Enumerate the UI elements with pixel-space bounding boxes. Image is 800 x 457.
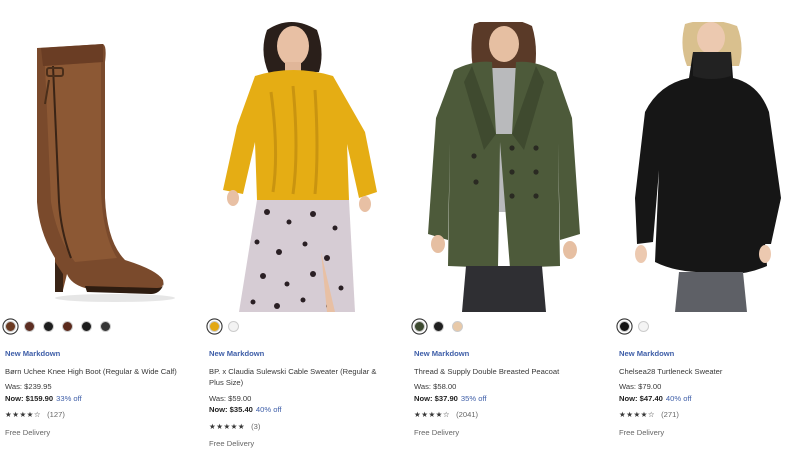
markdown-badge: New Markdown (5, 349, 61, 358)
color-swatch[interactable] (619, 321, 630, 332)
product-image[interactable] (5, 22, 180, 312)
review-count: (127) (47, 410, 65, 419)
product-card[interactable]: New Markdown Børn Uchee Knee High Boot (… (5, 0, 195, 457)
sale-price: Now: $47.40 (619, 393, 663, 403)
rating[interactable]: ★★★★☆ (2041) (414, 409, 592, 421)
original-price: Was: $239.95 (5, 382, 52, 391)
original-price: Was: $59.00 (209, 393, 252, 403)
color-swatch[interactable] (81, 321, 92, 332)
rating[interactable]: ★★★★☆ (127) (5, 409, 183, 421)
sale-price: Now: $35.40 (209, 405, 253, 414)
product-grid: New Markdown Børn Uchee Knee High Boot (… (0, 0, 800, 457)
color-swatch[interactable] (228, 321, 239, 332)
original-price: Was: $58.00 (414, 382, 457, 391)
product-card[interactable]: New Markdown BP. x Claudia Sulewski Cabl… (209, 0, 399, 457)
discount-label: 40% off (665, 393, 692, 403)
color-swatch[interactable] (100, 321, 111, 332)
color-swatch[interactable] (414, 321, 425, 332)
markdown-badge: New Markdown (619, 349, 675, 358)
color-swatches (619, 321, 649, 332)
review-count: (271) (661, 410, 679, 419)
delivery-label: Free Delivery (619, 427, 665, 437)
sale-price: Now: $159.90 (5, 393, 54, 403)
product-card[interactable]: New Markdown Thread & Supply Double Brea… (414, 0, 604, 457)
product-name-link[interactable]: BP. x Claudia Sulewski Cable Sweater (Re… (209, 366, 387, 389)
color-swatch[interactable] (433, 321, 444, 332)
color-swatches (5, 321, 111, 332)
color-swatch[interactable] (43, 321, 54, 332)
review-count: (3) (251, 421, 261, 431)
delivery-label: Free Delivery (414, 427, 460, 437)
markdown-badge: New Markdown (209, 349, 265, 358)
color-swatch[interactable] (62, 321, 73, 332)
color-swatch[interactable] (209, 321, 220, 332)
color-swatches (414, 321, 463, 332)
product-image[interactable] (619, 22, 794, 312)
color-swatch[interactable] (5, 321, 16, 332)
original-price: Was: $79.00 (619, 382, 662, 391)
discount-label: 40% off (255, 405, 282, 414)
star-rating-icon: ★★★★☆ (5, 410, 42, 419)
star-rating-icon: ★★★★☆ (619, 410, 656, 419)
markdown-badge: New Markdown (414, 349, 470, 358)
discount-label: 33% off (56, 393, 82, 403)
color-swatch[interactable] (24, 321, 35, 332)
product-name-link[interactable]: Børn Uchee Knee High Boot (Regular & Wid… (5, 366, 183, 378)
color-swatch[interactable] (638, 321, 649, 332)
sale-price: Now: $37.90 (414, 393, 458, 403)
color-swatches (209, 321, 239, 332)
product-image[interactable] (209, 22, 384, 312)
discount-label: 35% off (460, 393, 487, 403)
color-swatch[interactable] (452, 321, 463, 332)
rating[interactable]: ★★★★★ (3) (209, 421, 387, 433)
delivery-label: Free Delivery (209, 439, 255, 448)
review-count: (2041) (456, 410, 479, 419)
rating[interactable]: ★★★★☆ (271) (619, 409, 797, 421)
delivery-label: Free Delivery (5, 427, 51, 437)
product-card[interactable]: New Markdown Chelsea28 Turtleneck Sweate… (619, 0, 800, 457)
product-name-link[interactable]: Chelsea28 Turtleneck Sweater (619, 366, 797, 378)
product-name-link[interactable]: Thread & Supply Double Breasted Peacoat (414, 366, 592, 378)
star-rating-icon: ★★★★★ (209, 421, 246, 431)
star-rating-icon: ★★★★☆ (414, 410, 451, 419)
product-image[interactable] (414, 22, 589, 312)
